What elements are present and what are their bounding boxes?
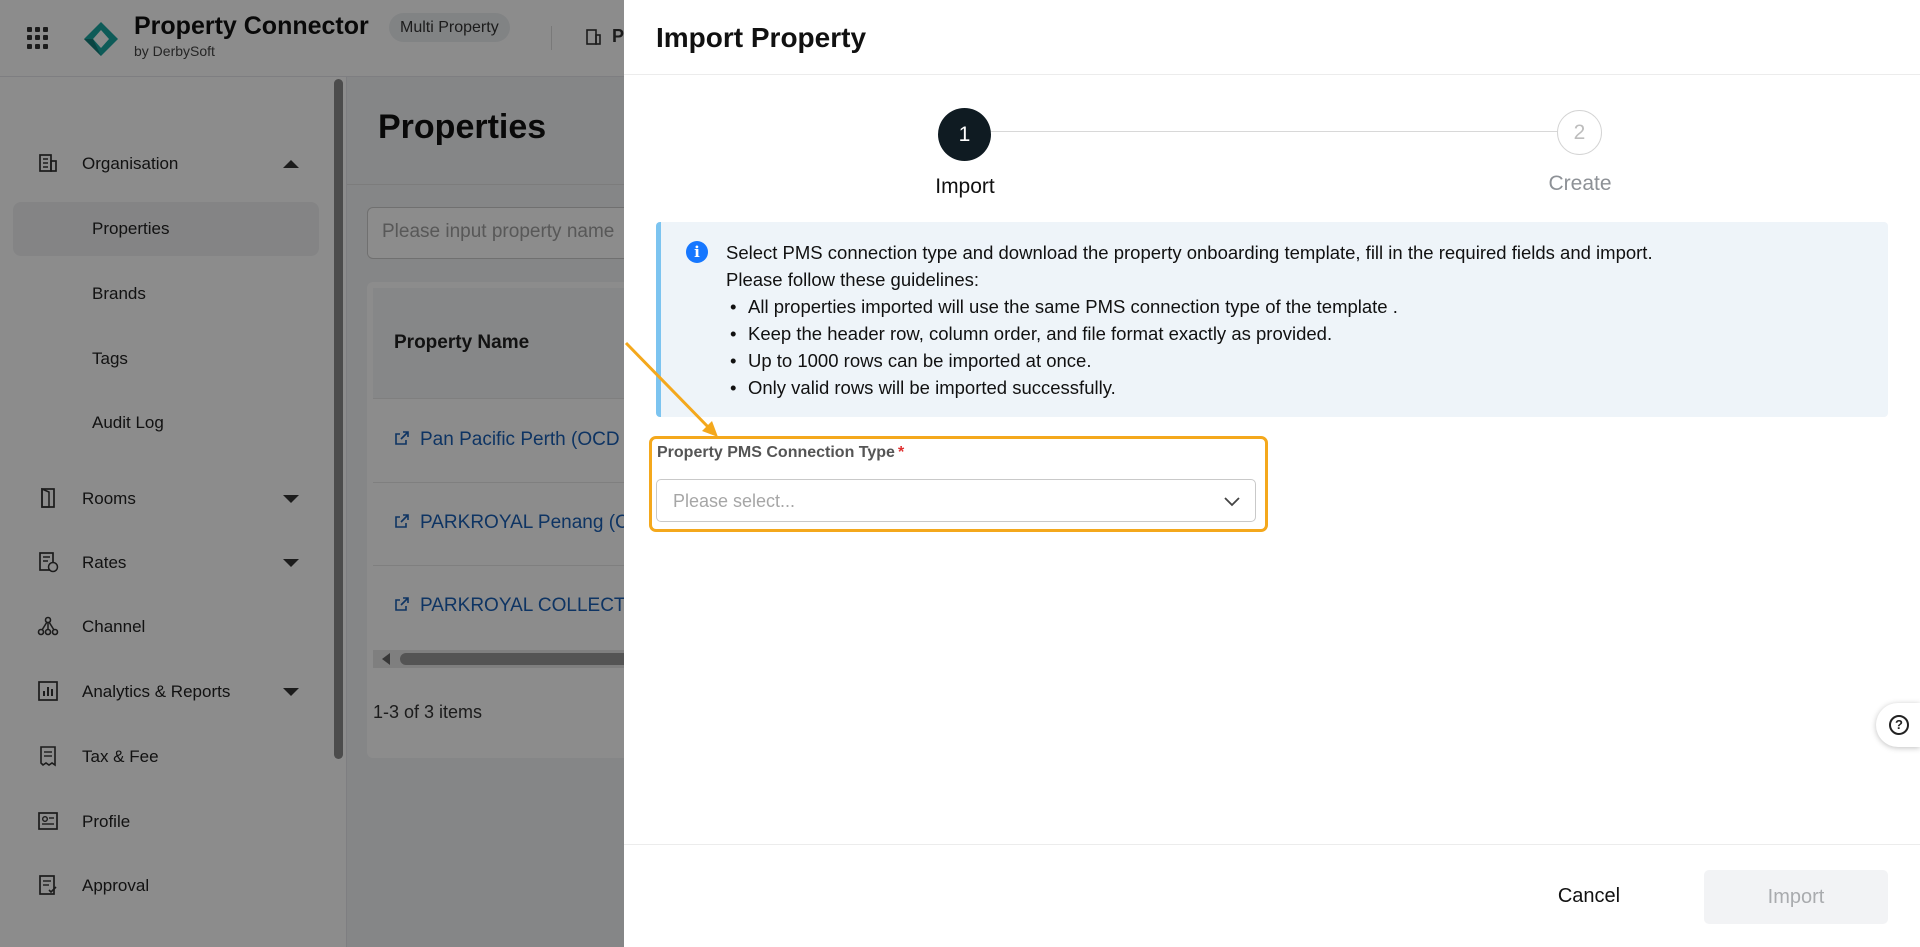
- select-placeholder: Please select...: [673, 491, 796, 511]
- info-instruction: Select PMS connection type and download …: [726, 242, 1653, 263]
- step-2-label: Create: [1548, 172, 1612, 195]
- guideline-item: Only valid rows will be imported success…: [730, 377, 1116, 399]
- annotation-arrow: [624, 341, 718, 437]
- import-button[interactable]: Import: [1704, 870, 1888, 924]
- question-icon: ?: [1889, 715, 1909, 735]
- pms-connection-type-select[interactable]: Please select...: [656, 479, 1256, 522]
- stepper-connector: [990, 131, 1560, 132]
- guideline-item: Up to 1000 rows can be imported at once.: [730, 350, 1091, 372]
- chevron-down-icon: [1224, 497, 1240, 507]
- drawer-title: Import Property: [656, 22, 867, 53]
- step-2-indicator: 2: [1557, 110, 1602, 155]
- modal-overlay[interactable]: [0, 0, 624, 947]
- guideline-item: All properties imported will use the sam…: [730, 296, 1398, 318]
- required-mark: *: [897, 444, 905, 461]
- pms-connection-type-label: Property PMS Connection Type *: [657, 444, 904, 462]
- cancel-button[interactable]: Cancel: [1534, 870, 1644, 922]
- info-guidelines-heading: Please follow these guidelines:: [726, 269, 979, 290]
- step-1-indicator: 1: [938, 108, 991, 161]
- drawer-header-divider: [624, 74, 1920, 75]
- step-1-label: Import: [935, 175, 995, 198]
- help-button[interactable]: ?: [1876, 703, 1920, 747]
- drawer-footer-divider: [624, 844, 1920, 845]
- info-icon: i: [686, 241, 708, 263]
- guideline-item: Keep the header row, column order, and f…: [730, 323, 1332, 345]
- field-label-text: Property PMS Connection Type: [657, 444, 895, 461]
